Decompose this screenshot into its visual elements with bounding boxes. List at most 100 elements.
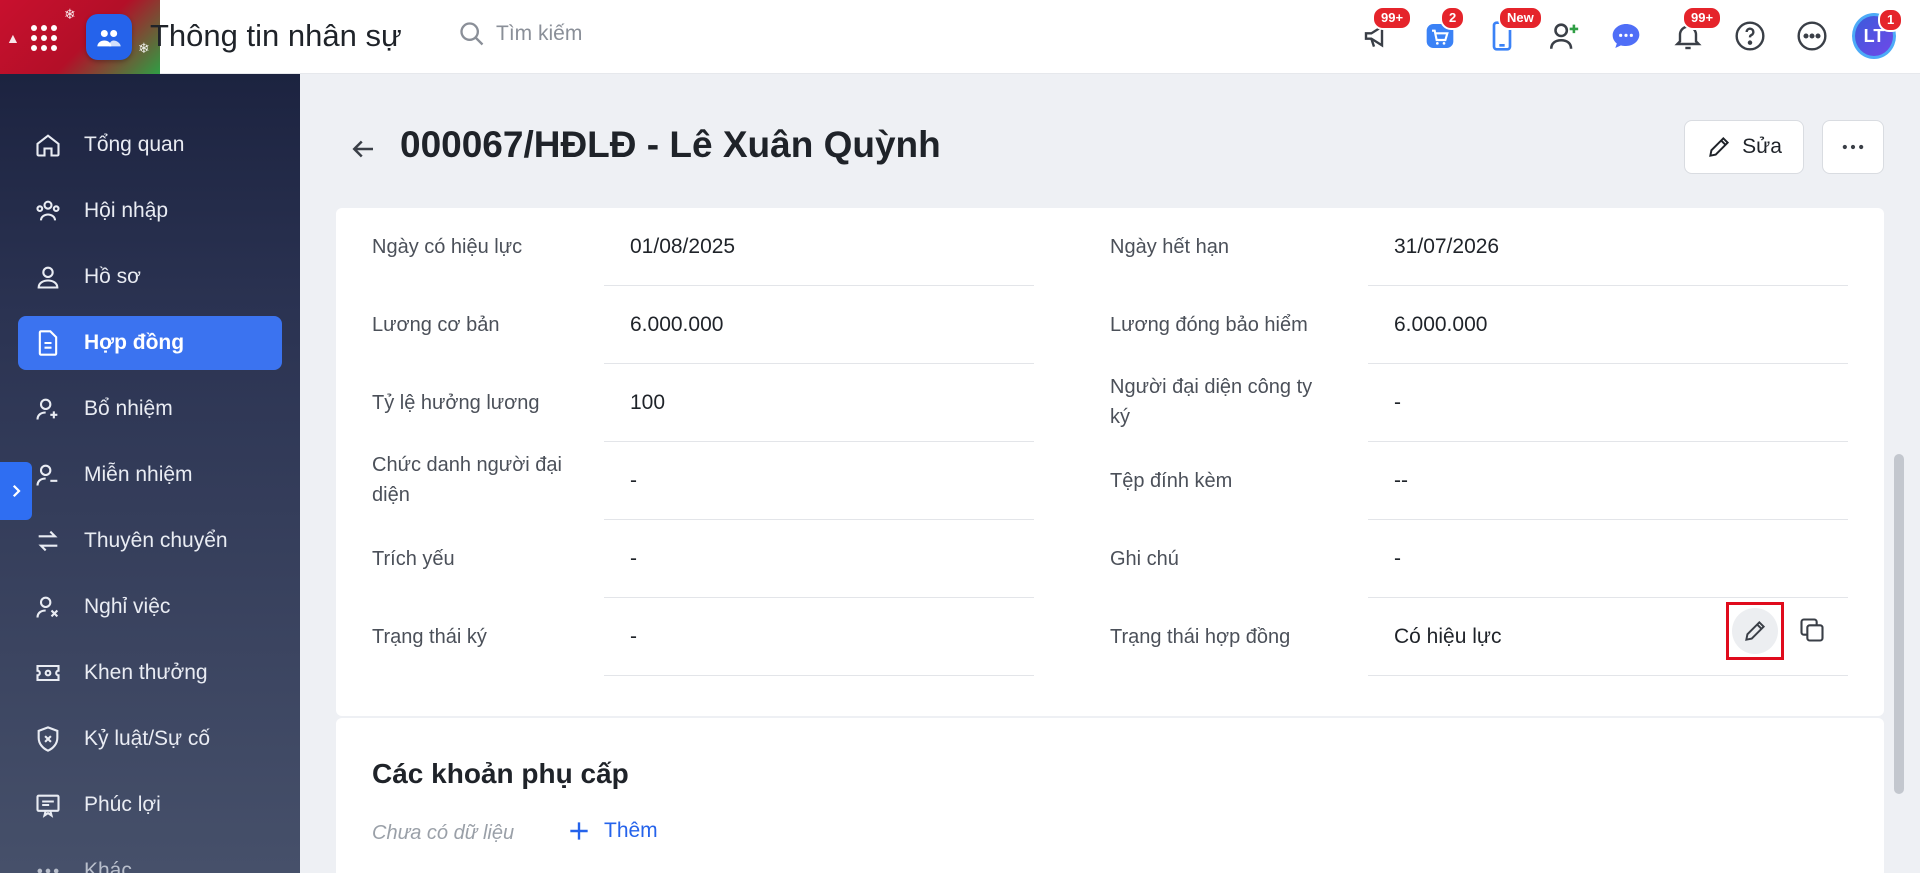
chat-icon xyxy=(1612,24,1640,48)
back-button[interactable] xyxy=(348,134,378,169)
snowflake-icon: ❄ xyxy=(64,6,76,22)
sidebar-item-overview[interactable]: Tổng quan xyxy=(18,118,282,172)
more-icon xyxy=(1797,21,1827,51)
edit-contract-status-button[interactable] xyxy=(1726,602,1784,660)
shield-x-icon xyxy=(37,726,59,752)
sidebar-item-profile[interactable]: Hồ sơ xyxy=(18,250,282,304)
more-options-button[interactable] xyxy=(1790,14,1834,58)
apps-grid-icon[interactable] xyxy=(28,22,58,52)
help-icon xyxy=(1735,21,1765,51)
help-button[interactable] xyxy=(1728,14,1772,58)
plus-icon xyxy=(570,822,588,840)
sidebar-item-label: Hồ sơ xyxy=(84,265,141,288)
label-line: Người đại diện công ty xyxy=(1110,376,1313,398)
main-content: 000067/HĐLĐ - Lê Xuân Quỳnh Sửa Ngày có … xyxy=(300,74,1920,873)
more-actions-button[interactable] xyxy=(1822,120,1884,174)
person-add-icon xyxy=(36,398,58,420)
chat-button[interactable] xyxy=(1604,14,1648,58)
contract-details-card: Ngày có hiệu lực 01/08/2025 Ngày hết hạn… xyxy=(336,208,1884,716)
field-value-text: - xyxy=(1394,547,1401,570)
field-value-text: 01/08/2025 xyxy=(630,235,736,258)
field-value-text: 100 xyxy=(630,391,666,414)
app-title: Thông tin nhân sự xyxy=(150,18,402,53)
field-label: Ngày hết hạn xyxy=(1110,236,1229,258)
field-value-text: - xyxy=(630,547,637,570)
certificate-icon xyxy=(36,794,60,818)
section-title: Các khoản phụ cấp xyxy=(372,758,629,789)
cart-button[interactable]: 2 xyxy=(1418,6,1466,58)
scrollbar[interactable] xyxy=(1894,454,1904,794)
group-icon xyxy=(36,200,60,221)
dots-icon xyxy=(37,868,59,873)
cart-badge: 2 xyxy=(1440,6,1466,30)
edit-button[interactable]: Sửa xyxy=(1684,120,1804,174)
sidebar: Tổng quan Hội nhập Hồ sơ Hợp đồng Bổ nhi… xyxy=(0,74,300,873)
sidebar-item-dismissal[interactable]: Miễn nhiệm xyxy=(18,448,282,502)
insurance-salary-value: 6.000.000 xyxy=(1368,310,1848,364)
sidebar-item-label: Kỷ luật/Sự cố xyxy=(84,727,211,750)
tree-icon: ▲ xyxy=(6,30,20,46)
bell-button[interactable]: 99+ xyxy=(1666,6,1723,58)
person-icon xyxy=(37,266,59,289)
copy-icon xyxy=(1800,618,1824,642)
sidebar-item-discipline[interactable]: Kỷ luật/Sự cố xyxy=(18,712,282,766)
field-label: Tỷ lệ hưởng lương xyxy=(372,392,540,414)
sidebar-item-resignation[interactable]: Nghỉ việc xyxy=(18,580,282,634)
allowances-section: Các khoản phụ cấp Chưa có dữ liệu Thêm xyxy=(336,718,1884,873)
field-value-text: -- xyxy=(1394,469,1408,492)
attachment-value[interactable]: -- xyxy=(1368,466,1848,520)
add-label: Thêm xyxy=(604,819,658,842)
sidebar-item-reward[interactable]: Khen thưởng xyxy=(18,646,282,700)
sidebar-item-label: Phúc lợi xyxy=(84,793,161,816)
user-avatar-button[interactable]: LT 1 xyxy=(1852,8,1904,59)
page-title: 000067/HĐLĐ - Lê Xuân Quỳnh xyxy=(400,124,941,165)
edit-button-circle xyxy=(1732,608,1778,654)
add-user-icon xyxy=(1549,23,1579,49)
sidebar-item-label: Hội nhập xyxy=(84,199,169,222)
sidebar-item-label: Nghỉ việc xyxy=(84,595,171,618)
person-x-icon xyxy=(36,596,59,618)
field-label: Người đại diện công ty ký xyxy=(1110,372,1312,432)
sidebar-item-label: Miễn nhiệm xyxy=(84,463,193,486)
brand-banner: ▲ ❄ ❄ xyxy=(0,0,160,74)
sidebar-item-benefits[interactable]: Phúc lợi xyxy=(18,778,282,832)
add-allowance-button[interactable]: Thêm xyxy=(566,818,658,844)
note-value: - xyxy=(1368,544,1848,598)
sidebar-toggle-button[interactable] xyxy=(0,462,32,520)
avatar-badge: 1 xyxy=(1878,8,1904,32)
field-value-text: 6.000.000 xyxy=(630,313,724,336)
phone-button[interactable]: New xyxy=(1480,6,1543,58)
notification-badge: 99+ xyxy=(1372,6,1413,30)
chevron-right-icon xyxy=(12,484,21,498)
field-value-text: - xyxy=(630,625,637,648)
sidebar-item-other[interactable]: Khác xyxy=(18,844,282,873)
field-value-text: - xyxy=(630,469,637,492)
sidebar-item-appointment[interactable]: Bổ nhiệm xyxy=(18,382,282,436)
field-value-text: - xyxy=(1394,391,1401,414)
label-line: Chức danh người đại xyxy=(372,454,562,476)
field-value-text: 31/07/2026 xyxy=(1394,235,1500,258)
sidebar-item-contract[interactable]: Hợp đồng xyxy=(18,316,282,370)
sidebar-item-label: Tổng quan xyxy=(84,133,185,156)
field-label: Lương cơ bản xyxy=(372,314,500,336)
app-logo[interactable] xyxy=(86,14,132,60)
field-label: Trạng thái ký xyxy=(372,626,487,648)
salary-ratio-value: 100 xyxy=(604,388,1034,442)
add-user-button[interactable] xyxy=(1542,14,1586,58)
new-badge: New xyxy=(1498,6,1543,30)
sidebar-item-onboarding[interactable]: Hội nhập xyxy=(18,184,282,238)
field-value-text: Có hiệu lực xyxy=(1394,625,1502,648)
sidebar-item-transfer[interactable]: Thuyên chuyển xyxy=(18,514,282,568)
edit-label: Sửa xyxy=(1742,135,1782,158)
person-remove-icon xyxy=(36,464,58,486)
sidebar-item-label: Khen thưởng xyxy=(84,661,208,684)
sidebar-item-label: Khác xyxy=(84,859,132,873)
field-label: Lương đóng bảo hiểm xyxy=(1110,314,1308,336)
megaphone-button[interactable]: 99+ xyxy=(1356,6,1413,58)
sidebar-item-label: Thuyên chuyển xyxy=(84,529,228,552)
copy-contract-status-button[interactable] xyxy=(1790,608,1834,652)
field-label: Trạng thái hợp đồng xyxy=(1110,626,1291,648)
summary-value: - xyxy=(604,544,1034,598)
empty-state-text: Chưa có dữ liệu xyxy=(372,822,515,844)
search-bar[interactable]: Tìm kiếm xyxy=(458,20,582,48)
